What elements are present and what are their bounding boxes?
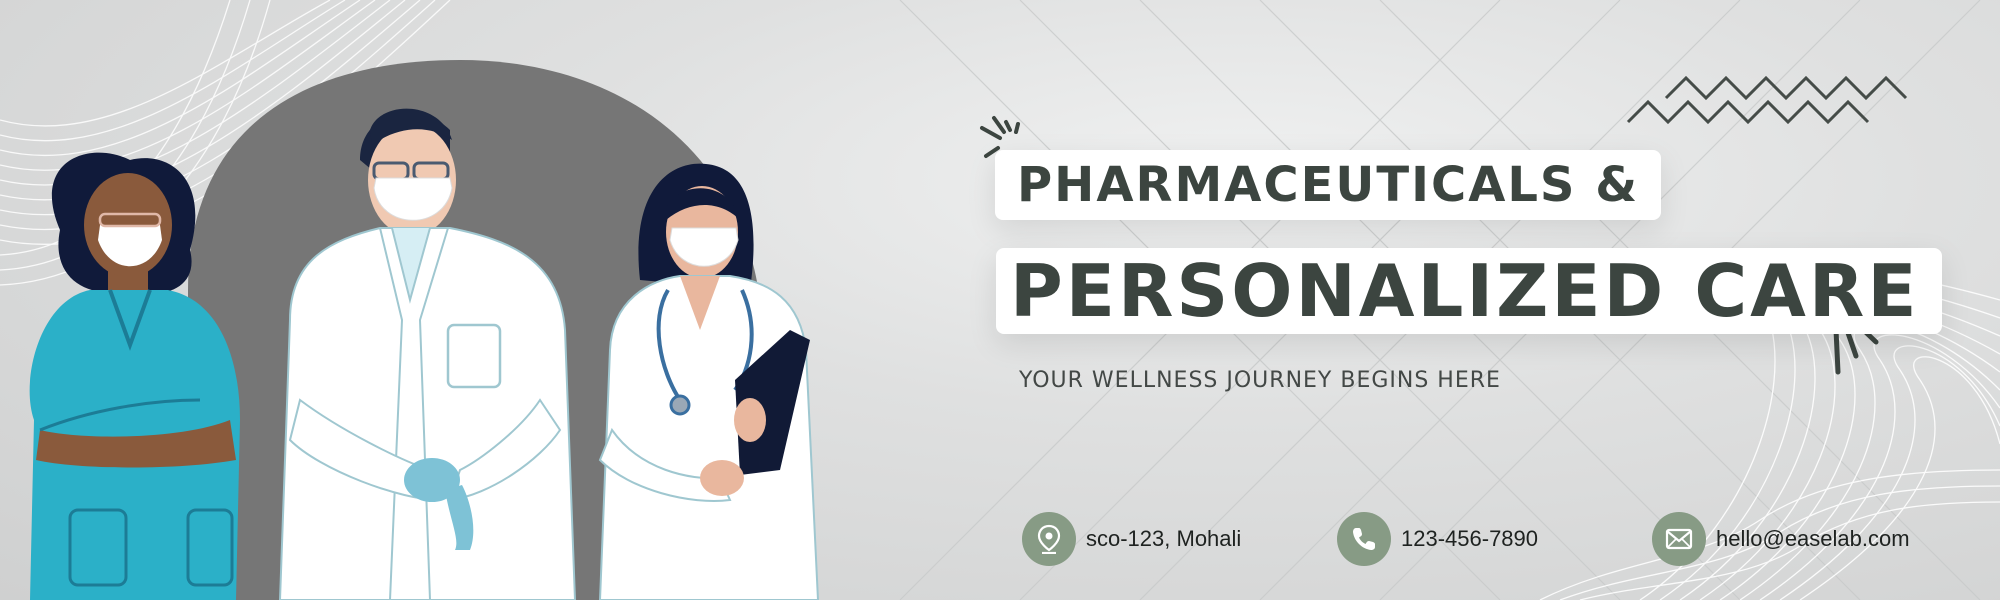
contact-address: sco-123, Mohali	[1022, 512, 1241, 566]
tagline: YOUR WELLNESS JOURNEY BEGINS HERE	[1019, 368, 1501, 393]
phone-icon	[1337, 512, 1391, 566]
contact-email[interactable]: hello@easelab.com	[1652, 512, 1910, 566]
envelope-icon	[1652, 512, 1706, 566]
medical-staff-illustration	[29, 60, 820, 600]
location-pin-icon	[1022, 512, 1076, 566]
address-text: sco-123, Mohali	[1086, 526, 1242, 551]
contact-phone[interactable]: 123-456-7890	[1337, 512, 1538, 566]
headline-line-2: PERSONALIZED CARE	[996, 248, 1942, 334]
email-text[interactable]: hello@easelab.com	[1716, 526, 1910, 552]
banner: PHARMACEUTICALS & PERSONALIZED CARE YOUR…	[0, 0, 2000, 600]
phone-number-text[interactable]: 123-456-7890	[1401, 526, 1538, 552]
headline-line-1: PHARMACEUTICALS &	[995, 150, 1662, 220]
